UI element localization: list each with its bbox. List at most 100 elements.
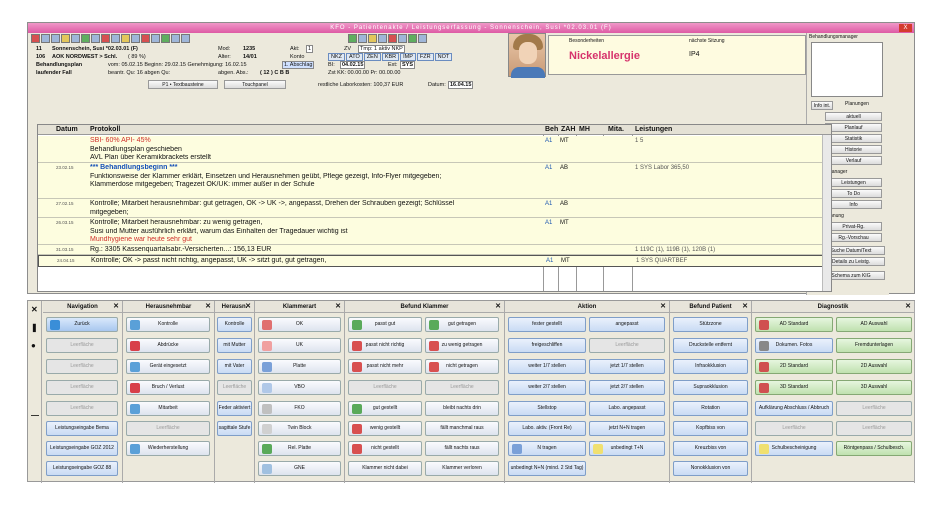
historie-button[interactable]: Historie [825,145,882,154]
arrow-right-icon[interactable] [398,34,407,43]
check-icon[interactable] [408,34,417,43]
nav-button[interactable]: Leerfläche [46,359,118,374]
aktion-button[interactable]: Stellstop [508,401,586,416]
plan-icon[interactable] [81,34,90,43]
protocol-row[interactable]: 24.04.15 Kontrolle; OK -> passt nicht ric… [38,255,831,267]
herausn-button[interactable]: Feder aktiviert [217,401,252,416]
aktion-button[interactable]: jetzt 1/7 stellen [589,359,665,374]
aktion-close-icon[interactable]: ✕ [660,301,666,313]
befund-klammer-button[interactable]: nicht getragen [425,359,499,374]
aktion-button[interactable]: jetzt N+N tragen [589,421,665,436]
befund-klammer-button[interactable]: Klammer verloren [425,461,499,476]
befund-patient-button[interactable]: Supraokklusion [673,380,748,395]
diagnostik-button[interactable]: Leerfläche [836,421,912,436]
aktion-button[interactable]: unbedingt T+N [589,441,665,456]
herausnehmbar-button[interactable]: Mitarbeit [126,401,210,416]
klammerart-button[interactable]: Platte [258,359,341,374]
settings-icon[interactable] [181,34,190,43]
nav-button[interactable]: Zurück [46,317,118,332]
befund-patient-button[interactable]: Kopfbiss von [673,421,748,436]
diagnostik-button[interactable]: Leerfläche [755,421,833,436]
textbausteine-button[interactable]: P1 • Textbausteine [148,80,218,89]
diagnostik-close-icon[interactable]: ✕ [905,301,911,313]
befund-klammer-button[interactable]: gut gestellt [348,401,422,416]
klammerart-button[interactable]: OK [258,317,341,332]
befund-klammer-button[interactable]: passt nicht mehr [348,359,422,374]
navigation-close-icon[interactable]: ✕ [113,301,119,313]
help-icon[interactable] [418,34,427,43]
aktion-button[interactable]: Labo. aktiv. (Front Re) [508,421,586,436]
statistik-button[interactable]: Statistik [825,134,882,143]
klammerart-button[interactable]: GNE [258,461,341,476]
new-icon[interactable] [31,34,40,43]
close-button[interactable]: X [899,24,912,32]
folder-icon[interactable] [61,34,70,43]
diagnostik-button[interactable]: AD Auswahl [836,317,912,332]
befund-klammer-button[interactable]: passt nicht richtig [348,338,422,353]
befund-patient-button[interactable]: Stützzone [673,317,748,332]
diagnostik-button[interactable]: Röntgenpass / Schulbesch. [836,441,912,456]
leistungen-button[interactable]: Leistungen [825,178,882,187]
aktion-button[interactable]: Labo. angepasst [589,401,665,416]
befund-klammer-button[interactable]: bleibt nachts drin [425,401,499,416]
badge-zen[interactable]: ZEN [363,53,381,61]
diagnostik-button[interactable]: AD Standard [755,317,833,332]
stop-icon[interactable] [141,34,150,43]
herausn-button[interactable]: mit Vater [217,359,252,374]
eye-icon[interactable]: ● [31,341,36,350]
befund-patient-button[interactable]: Kreuzbiss von [673,441,748,456]
herausnehmbar-button[interactable]: Leerfläche [126,421,210,436]
datum-field[interactable]: 16.04.15 [448,81,474,89]
tmp-select[interactable]: Tmp: 1 aktiv NKP [358,45,405,53]
badge-not[interactable]: NOT [434,53,453,61]
aktion-button[interactable]: angepasst [589,317,665,332]
befund-klammer-button[interactable]: fällt nachts raus [425,441,499,456]
info-int-button[interactable]: Info int. [811,101,833,110]
aktion-button[interactable]: weiter 2/7 stellen [508,380,586,395]
diagnostik-button[interactable]: 3D Auswahl [836,380,912,395]
aktion-button[interactable]: weiter 1/7 stellen [508,359,586,374]
diagnostik-button[interactable]: 2D Auswahl [836,359,912,374]
alert-icon[interactable] [388,34,397,43]
befund-klammer-button[interactable]: passt gut [348,317,422,332]
verlauf-button[interactable]: Verlauf [825,156,882,165]
col-leistungen[interactable]: Leistungen [635,126,672,133]
herausnehmbar-button[interactable]: Kontrolle [126,317,210,332]
col-protokoll[interactable]: Protokoll [90,126,120,133]
diagnostik-button[interactable]: Dokumen. Fotos [755,338,833,353]
nav-button[interactable]: Leistungseingabe GOZ 2012 [46,441,118,456]
herausnehmbar-close-icon[interactable]: ✕ [205,301,211,313]
delete-icon[interactable] [101,34,110,43]
befund-klammer-button[interactable]: zu wenig getragen [425,338,499,353]
nav-button[interactable]: Leerfläche [46,338,118,353]
xray-icon[interactable] [151,34,160,43]
rg-vorschau-button[interactable]: Rg.-Vorschau [825,233,882,242]
list-icon[interactable] [91,34,100,43]
herausnehmbar-button[interactable]: Bruch / Verlust [126,380,210,395]
col-zah[interactable]: ZAH [561,126,575,133]
befund-klammer-button[interactable]: fällt manchmal raus [425,421,499,436]
aktion-button[interactable]: N tragen [508,441,586,456]
protocol-row[interactable]: 31.03.15 Rg.: 3305 Kassenquartalsabr.-Ver… [38,245,831,255]
aktion-button[interactable]: fester gestellt [508,317,586,332]
herausnehmbar-button[interactable]: Gerät eingesetzt [126,359,210,374]
diagnostik-button[interactable]: Schulbescheinigung [755,441,833,456]
klammerart-button[interactable]: FKO [258,401,341,416]
diagnostik-button[interactable]: Fremdunterlagen [836,338,912,353]
diagnostik-button[interactable]: 2D Standard [755,359,833,374]
arrow-left-icon[interactable] [358,34,367,43]
nav-button[interactable]: Leistungseingabe Bema [46,421,118,436]
col-beh[interactable]: Beh [545,126,558,133]
protocol-row[interactable]: 23.02.15 *** Behandlungsbeginn *** Funktio… [38,163,831,199]
herausn-button[interactable]: Kontrolle [217,317,252,332]
badge-fzr[interactable]: FZR [416,53,434,61]
herausn-button[interactable]: sagittale Stufe [217,421,252,436]
planlauf-button[interactable]: Planlauf [825,123,882,132]
refresh-icon[interactable] [348,34,357,43]
nav-button[interactable]: Leerfläche [46,380,118,395]
herausnehmbar-button[interactable]: Wiederherstellung [126,441,210,456]
aktion-button[interactable]: Leerfläche [589,338,665,353]
klammerart-button[interactable]: Twin Block [258,421,341,436]
klammerart-button[interactable]: Rel. Platte [258,441,341,456]
diagnostik-button[interactable]: Leerfläche [836,401,912,416]
